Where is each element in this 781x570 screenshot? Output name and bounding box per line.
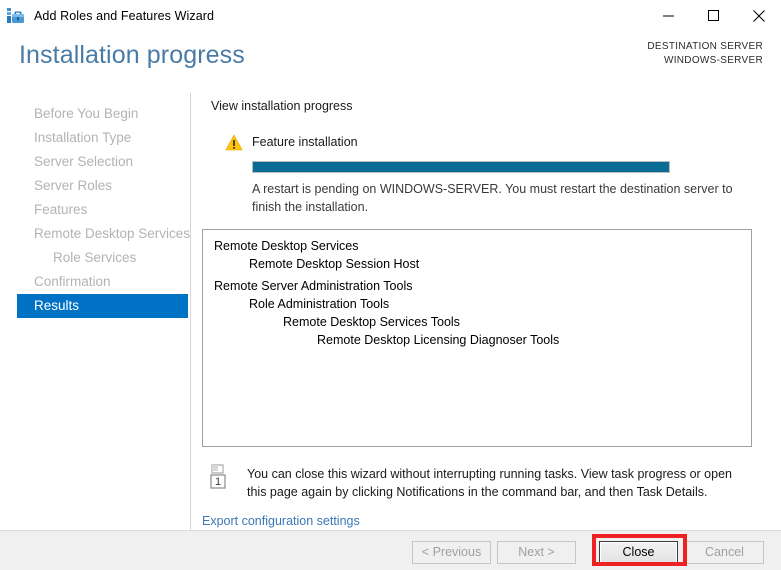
title-bar: Add Roles and Features Wizard <box>0 0 781 31</box>
sidebar-item-remote-desktop-services[interactable]: Remote Desktop Services <box>17 222 190 246</box>
next-button[interactable]: Next > <box>497 541 576 564</box>
close-icon <box>752 9 765 22</box>
wizard-body: Before You Begin Installation Type Serve… <box>0 93 781 530</box>
close-wizard-notice: 1 You can close this wizard without inte… <box>202 464 781 501</box>
export-configuration-settings-link[interactable]: Export configuration settings <box>202 514 360 528</box>
window-controls <box>646 0 781 31</box>
main-content: View installation progress Feature insta… <box>191 93 781 530</box>
list-item: Remote Desktop Services <box>214 239 359 253</box>
minimize-icon <box>663 15 674 17</box>
destination-server-name: WINDOWS-SERVER <box>663 55 763 66</box>
feature-installation-label: Feature installation <box>252 135 358 149</box>
destination-server-label: DESTINATION SERVER <box>647 41 763 52</box>
wizard-steps-sidebar: Before You Begin Installation Type Serve… <box>0 93 191 530</box>
page-header: Installation progress DESTINATION SERVER… <box>0 31 781 93</box>
sidebar-item-role-services[interactable]: Role Services <box>17 246 188 270</box>
wizard-footer: < Previous Next > Close Cancel <box>0 530 781 570</box>
notification-flag-icon: 1 <box>210 464 226 489</box>
list-item: Remote Desktop Session Host <box>249 257 420 271</box>
notification-count: 1 <box>215 476 221 488</box>
server-toolbox-icon <box>7 7 24 23</box>
cancel-button[interactable]: Cancel <box>685 541 764 564</box>
maximize-button[interactable] <box>691 0 736 31</box>
page-title: Installation progress <box>19 41 245 69</box>
add-roles-wizard-window: Add Roles and Features Wizard Installati… <box>0 0 781 570</box>
close-button[interactable] <box>736 0 781 31</box>
list-item: Remote Desktop Services Tools <box>283 315 460 329</box>
sidebar-item-installation-type[interactable]: Installation Type <box>17 126 188 150</box>
list-item: Role Administration Tools <box>249 297 390 311</box>
sidebar-item-results[interactable]: Results <box>17 294 188 318</box>
progress-block: Feature installation A restart is pendin… <box>211 132 781 216</box>
sidebar-item-before-you-begin[interactable]: Before You Begin <box>17 102 188 126</box>
sidebar-item-server-selection[interactable]: Server Selection <box>17 150 188 174</box>
sidebar-item-server-roles[interactable]: Server Roles <box>17 174 188 198</box>
list-item: Remote Server Administration Tools <box>214 279 413 293</box>
window-title: Add Roles and Features Wizard <box>34 8 215 23</box>
section-caption: View installation progress <box>211 99 353 113</box>
list-item: Remote Desktop Licensing Diagnoser Tools <box>317 333 560 347</box>
sidebar-item-features[interactable]: Features <box>17 198 188 222</box>
sidebar-item-confirmation[interactable]: Confirmation <box>17 270 188 294</box>
installation-progress-bar <box>252 161 670 173</box>
restart-pending-message: A restart is pending on WINDOWS-SERVER. … <box>252 182 733 214</box>
previous-button[interactable]: < Previous <box>412 541 491 564</box>
installed-components-list[interactable]: Remote Desktop Services Remote Desktop S… <box>202 229 752 447</box>
close-wizard-button[interactable]: Close <box>599 541 678 564</box>
progress-bar-fill <box>253 162 669 172</box>
feature-status-row: Feature installation <box>225 132 781 152</box>
notice-text: You can close this wizard without interr… <box>247 467 732 499</box>
minimize-button[interactable] <box>646 0 691 31</box>
maximize-icon <box>708 10 719 21</box>
destination-server: DESTINATION SERVER WINDOWS-SERVER <box>647 40 763 68</box>
warning-triangle-icon <box>225 134 243 150</box>
